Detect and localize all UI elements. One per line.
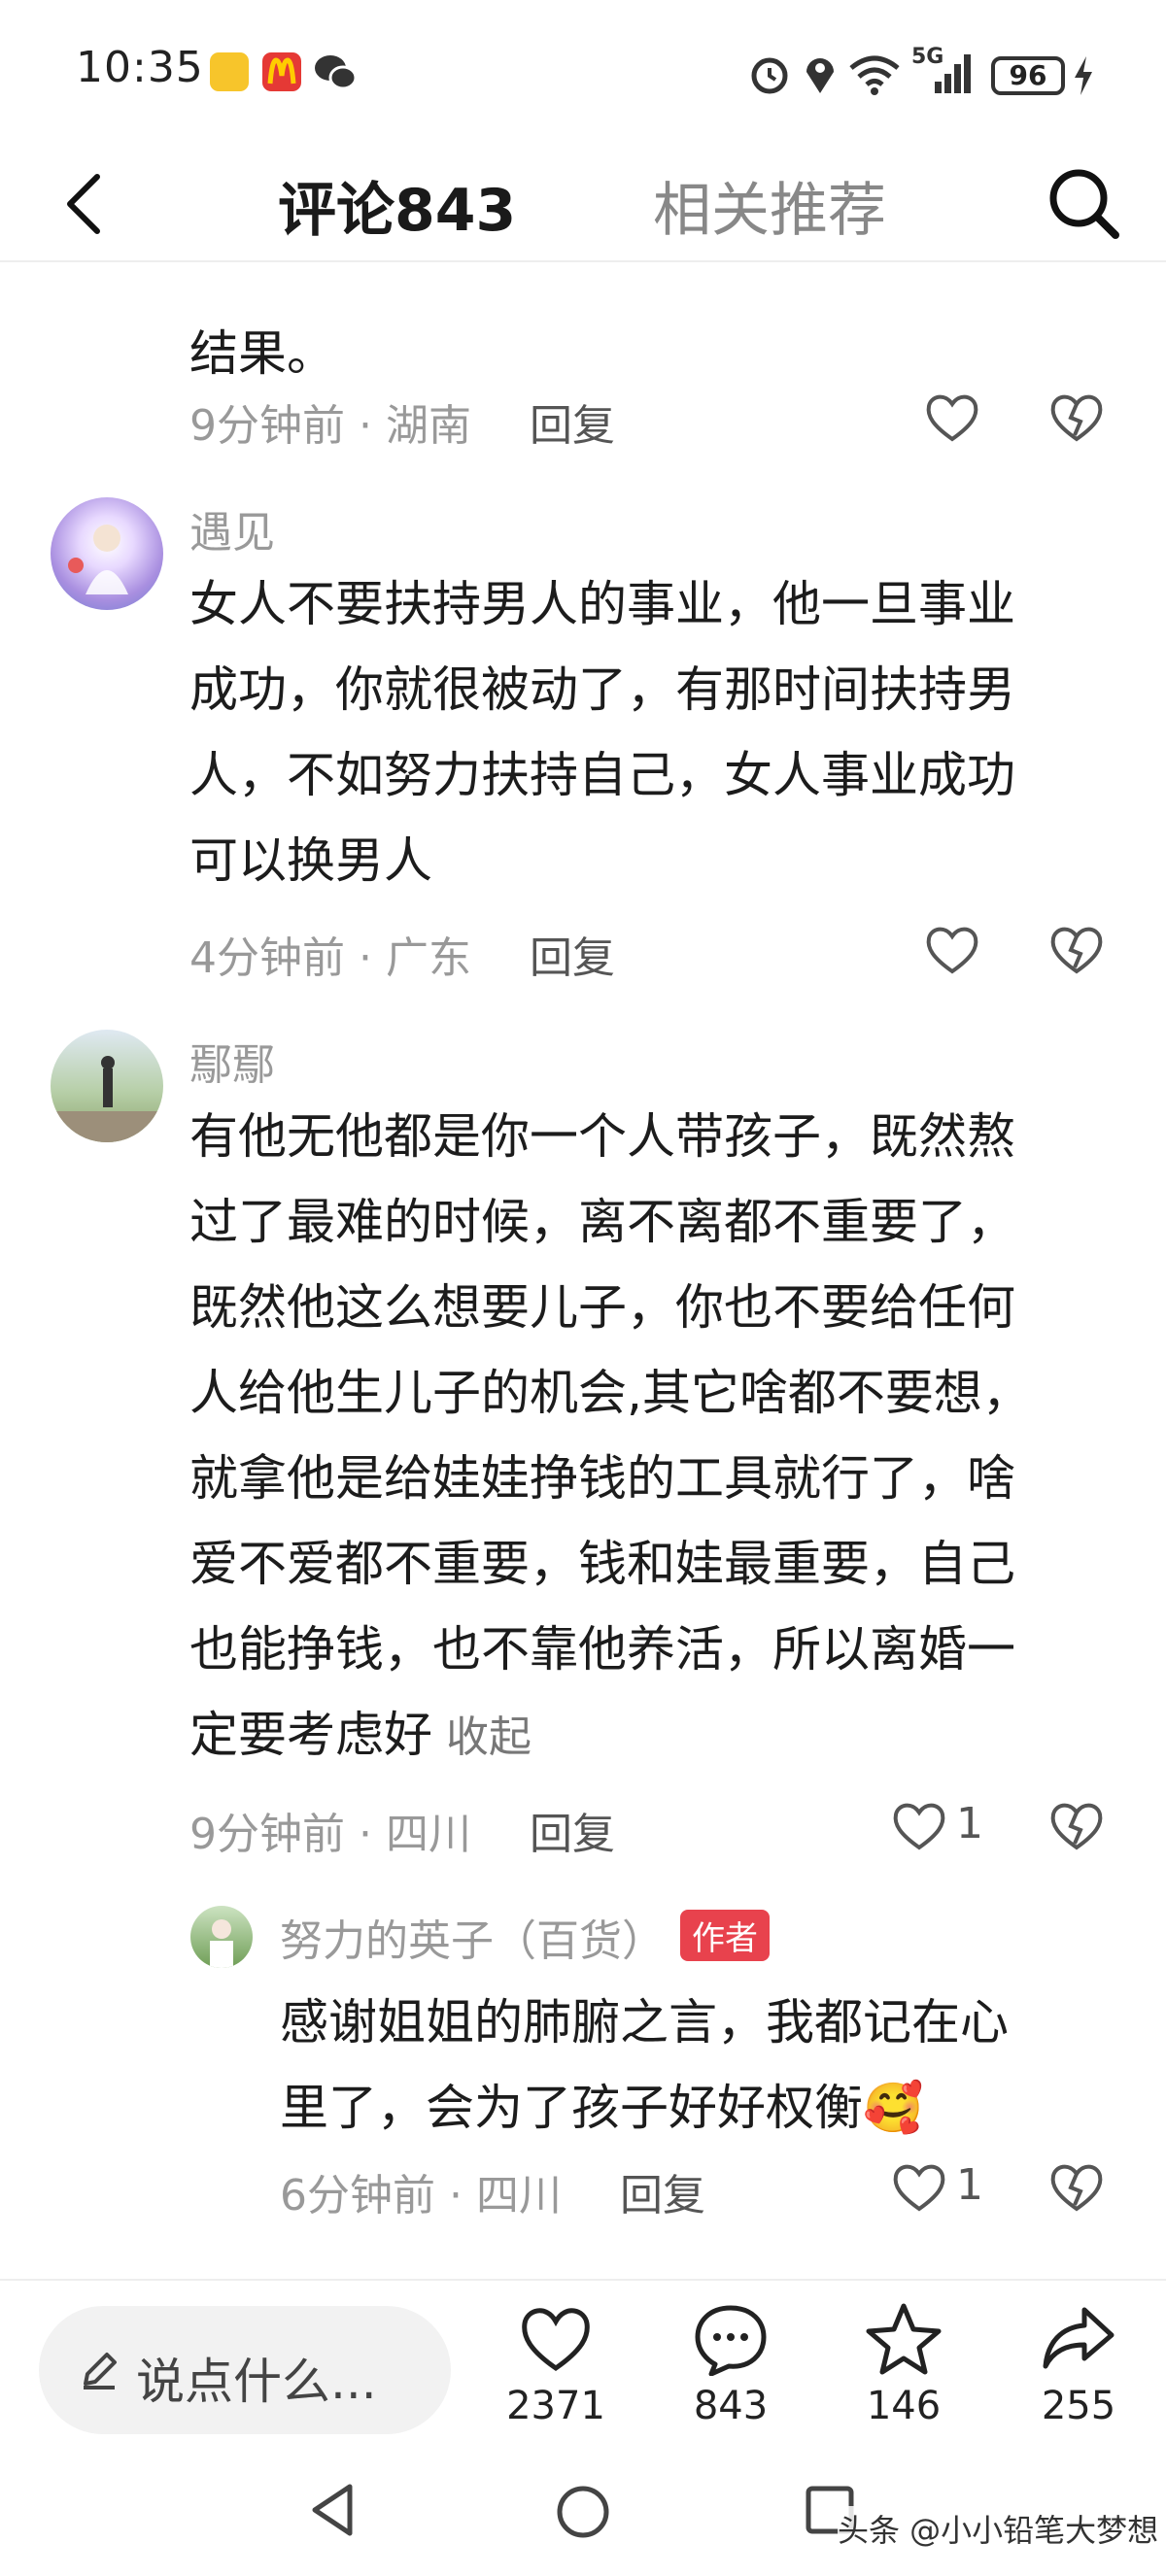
wechat-icon bbox=[313, 52, 358, 95]
comment-meta: 4分钟前 · 广东 回复 bbox=[189, 933, 615, 983]
reply-username: 努力的英子（百货） 作者 bbox=[280, 1906, 770, 1968]
comment-username[interactable]: 鄢鄢 bbox=[189, 1030, 275, 1092]
nav-back-icon[interactable] bbox=[307, 2481, 361, 2539]
like-count: 1 bbox=[956, 2160, 983, 2210]
watermark: 头条 @小小铅笔大梦想 bbox=[838, 2506, 1159, 2551]
header: 评论843 相关推荐 bbox=[0, 146, 1166, 262]
like-button[interactable] bbox=[923, 923, 981, 977]
search-icon bbox=[1049, 169, 1119, 239]
comment-location: 湖南 bbox=[385, 401, 471, 451]
like-button[interactable] bbox=[890, 2160, 948, 2215]
reply-time: 6分钟前 bbox=[280, 2171, 435, 2220]
heart-icon bbox=[522, 2308, 590, 2372]
comment-location: 广东 bbox=[385, 933, 471, 983]
comment-username[interactable]: 遇见 bbox=[189, 497, 275, 559]
comment-text: 女人不要扶持男人的事业，他一旦事业 成功，你就很被动了，有那时间扶持男 人，不如… bbox=[189, 576, 1015, 889]
network-label: 5G bbox=[911, 45, 944, 69]
comment-input[interactable]: 说点什么... bbox=[39, 2306, 451, 2434]
comment-time: 9分钟前 bbox=[189, 401, 345, 451]
broken-heart-icon bbox=[1050, 2164, 1103, 2212]
like-button[interactable] bbox=[890, 1799, 948, 1853]
heart-icon bbox=[926, 927, 978, 974]
dislike-button[interactable] bbox=[1047, 2160, 1106, 2215]
comment-bubble-icon bbox=[695, 2305, 767, 2377]
heart-icon bbox=[893, 2164, 945, 2212]
charging-icon bbox=[1073, 56, 1094, 99]
mcdonalds-icon bbox=[262, 52, 301, 91]
reply-button[interactable]: 回复 bbox=[530, 401, 615, 451]
comment-text: 结果。 bbox=[189, 325, 335, 382]
dislike-button[interactable] bbox=[1047, 390, 1106, 445]
comment-time: 4分钟前 bbox=[189, 933, 345, 983]
search-button[interactable] bbox=[1040, 159, 1127, 247]
back-button[interactable] bbox=[54, 165, 122, 243]
wifi-icon bbox=[847, 52, 902, 99]
share-count: 255 bbox=[1041, 2384, 1116, 2428]
dislike-button[interactable] bbox=[1047, 1799, 1106, 1853]
avatar[interactable] bbox=[51, 1030, 163, 1142]
comment-location: 四川 bbox=[385, 1810, 471, 1859]
comment-text: 有他无他都是你一个人带孩子，既然熬 过了最难的时候，离不离都不重要了， 既然他这… bbox=[189, 1108, 1031, 1763]
reply-text: 感谢姐姐的肺腑之言，我都记在心 里了，会为了孩子好好权衡🥰 bbox=[280, 1994, 1009, 2136]
nav-home-icon[interactable] bbox=[554, 2483, 612, 2541]
status-bar: 10:35 5G 96 bbox=[0, 0, 1166, 146]
app-icon bbox=[210, 52, 249, 91]
broken-heart-icon bbox=[1050, 1803, 1103, 1850]
alarm-icon bbox=[748, 52, 791, 99]
author-badge: 作者 bbox=[680, 1910, 770, 1961]
like-button[interactable] bbox=[923, 390, 981, 445]
broken-heart-icon bbox=[1050, 927, 1103, 974]
like-count: 2371 bbox=[506, 2384, 605, 2428]
heart-icon bbox=[893, 1803, 945, 1850]
tab-related[interactable]: 相关推荐 bbox=[653, 163, 886, 248]
signal-icon: 5G bbox=[911, 45, 974, 99]
star-icon bbox=[866, 2303, 942, 2375]
status-time: 10:35 bbox=[76, 43, 204, 92]
input-placeholder: 说点什么... bbox=[136, 2354, 377, 2410]
location-icon bbox=[803, 52, 838, 99]
system-nav-bar: 头条 @小小铅笔大梦想 bbox=[0, 2454, 1166, 2576]
broken-heart-icon bbox=[1050, 394, 1103, 442]
reply-button[interactable]: 回复 bbox=[530, 933, 615, 983]
share-action[interactable]: 255 bbox=[1020, 2302, 1137, 2428]
share-icon bbox=[1043, 2307, 1115, 2369]
bottom-action-bar: 说点什么... 2371 843 146 255 bbox=[0, 2279, 1166, 2454]
like-count: 1 bbox=[956, 1799, 983, 1848]
comment-time: 9分钟前 bbox=[189, 1810, 345, 1859]
comment-list: 结果。 9分钟前 · 湖南 回复 遇见 女人不要扶持男人的事业，他一旦事业 成功… bbox=[0, 264, 1166, 2275]
comment-action[interactable]: 843 bbox=[672, 2302, 789, 2428]
battery-indicator: 96 bbox=[991, 56, 1065, 95]
reply-button[interactable]: 回复 bbox=[530, 1810, 615, 1859]
back-icon bbox=[67, 174, 100, 234]
pencil-icon bbox=[84, 2353, 117, 2390]
reply-button[interactable]: 回复 bbox=[620, 2171, 705, 2220]
avatar[interactable] bbox=[190, 1906, 253, 1968]
avatar[interactable] bbox=[51, 497, 163, 610]
reply-location: 四川 bbox=[475, 2171, 562, 2220]
collapse-button[interactable]: 收起 bbox=[446, 1712, 532, 1762]
comment-meta: 9分钟前 · 四川 回复 bbox=[189, 1810, 615, 1859]
like-action[interactable]: 2371 bbox=[497, 2302, 614, 2428]
tab-comments[interactable]: 评论843 bbox=[278, 163, 516, 248]
comment-count: 843 bbox=[693, 2384, 769, 2428]
reply-meta: 6分钟前 · 四川 回复 bbox=[280, 2171, 705, 2220]
comment-meta: 9分钟前 · 湖南 回复 bbox=[189, 401, 615, 451]
favorite-count: 146 bbox=[866, 2384, 942, 2428]
heart-icon bbox=[926, 394, 978, 442]
dislike-button[interactable] bbox=[1047, 923, 1106, 977]
favorite-action[interactable]: 146 bbox=[845, 2302, 962, 2428]
